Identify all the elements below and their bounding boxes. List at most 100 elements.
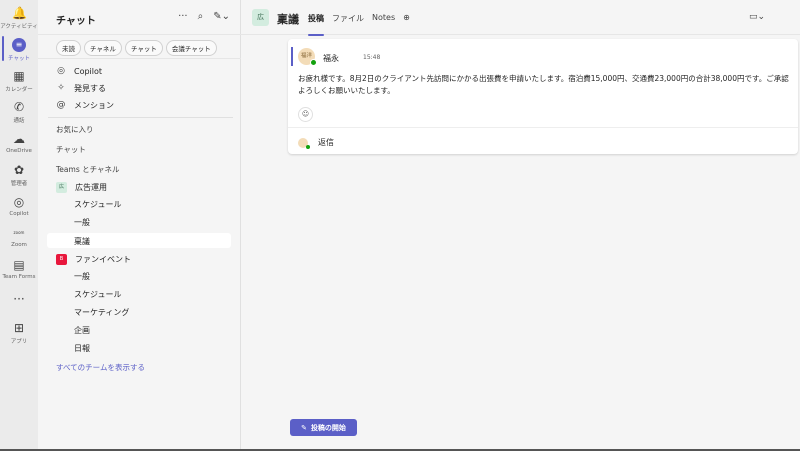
phone-icon: ✆ — [13, 100, 25, 114]
start-post-label: 投稿の開始 — [310, 423, 346, 432]
discover-item[interactable]: ✧ 発見する — [56, 81, 106, 95]
rail-admin[interactable]: ✿ 管理者 — [0, 163, 38, 187]
rail-activity[interactable]: 🔔 アクティビティ — [0, 6, 38, 30]
bell-icon: 🔔 — [12, 6, 27, 20]
channel-item[interactable]: スケジュール — [74, 289, 121, 300]
chat-icon: ≡ — [12, 38, 26, 52]
rail-label: チャット — [8, 56, 30, 62]
divider — [38, 58, 241, 59]
section-teams[interactable]: Teams とチャネル — [56, 164, 120, 175]
filter-chats[interactable]: チャット — [124, 40, 163, 56]
rail-calls[interactable]: ✆ 通話 — [0, 100, 38, 124]
rail-label: Copilot — [9, 211, 29, 217]
rail-team-forms[interactable]: ▤ Team Forms — [0, 258, 38, 280]
new-chat-icon[interactable]: ✎⌄ — [213, 11, 230, 22]
team-fan-event[interactable]: B ファンイベント — [56, 252, 131, 266]
show-all-teams-link[interactable]: すべてのチームを表示する — [56, 362, 145, 373]
filter-meeting-chats[interactable]: 会議チャット — [165, 40, 217, 56]
divider — [48, 117, 233, 118]
rail-chat[interactable]: ≡ チャット — [0, 38, 38, 62]
rail-apps[interactable]: ⊞ アプリ — [0, 321, 38, 345]
item-label: 発見する — [74, 83, 106, 93]
presence-available-icon — [306, 145, 310, 149]
side-panel-tools: ··· ⌕ ✎⌄ — [178, 11, 230, 22]
copilot-item[interactable]: ◎ Copilot — [56, 64, 102, 78]
more-icon: ··· — [13, 292, 25, 306]
post-timestamp: 15:48 — [363, 54, 381, 61]
channel-item[interactable]: 一般 — [74, 271, 90, 282]
section-chats[interactable]: チャット — [56, 144, 86, 155]
channel-header: 広 稟議 投稿 ファイル Notes ⊕ ▭⌄ — [241, 0, 800, 36]
channel-tabs: 投稿 ファイル Notes ⊕ — [308, 13, 410, 36]
channel-title: 稟議 — [277, 13, 299, 26]
calendar-icon: ▦ — [13, 69, 25, 83]
start-post-button[interactable]: ✎ 投稿の開始 — [290, 419, 357, 436]
chat-side-panel: チャット ··· ⌕ ✎⌄ 未読 チャネル チャット 会議チャット ◎ Copil… — [38, 0, 241, 451]
post-card: 福洋 福永 15:48 お疲れ様です。8月2日のクライアント先訪問にかかる出張費… — [288, 39, 798, 154]
rail-label: 通話 — [13, 118, 25, 124]
forms-icon: ▤ — [13, 258, 25, 272]
tab-notes[interactable]: Notes — [372, 13, 395, 24]
compose-icon: ✎ — [301, 423, 307, 432]
mentions-item[interactable]: @ メンション — [56, 98, 115, 112]
team-avatar: 広 — [56, 181, 67, 193]
post-accent-bar — [291, 47, 293, 66]
rail-label: カレンダー — [5, 87, 33, 93]
app-rail: 🔔 アクティビティ ≡ チャット ▦ カレンダー ✆ 通話 ☁ OneDrive ✿ 管理者… — [0, 0, 38, 451]
channel-item[interactable]: スケジュール — [74, 199, 121, 210]
channel-item[interactable]: マーケティング — [74, 307, 129, 318]
tab-files[interactable]: ファイル — [332, 13, 364, 24]
team-name: 広告運用 — [75, 182, 107, 192]
rail-calendar[interactable]: ▦ カレンダー — [0, 69, 38, 93]
rail-label: OneDrive — [6, 148, 32, 154]
team-name: ファンイベント — [75, 254, 131, 264]
rail-label: 管理者 — [10, 181, 28, 187]
rail-copilot[interactable]: ◎ Copilot — [0, 195, 38, 217]
rail-zoom[interactable]: zoom Zoom — [0, 226, 38, 248]
sparkle-icon: ✧ — [57, 83, 65, 93]
filter-channels[interactable]: チャネル — [84, 40, 122, 56]
tab-posts[interactable]: 投稿 — [308, 13, 324, 36]
team-avatar: 広 — [252, 9, 269, 26]
divider — [288, 127, 798, 128]
copilot-icon: ◎ — [13, 195, 25, 209]
filter-chips: 未読 チャネル チャット 会議チャット — [56, 40, 217, 56]
copilot-icon: ◎ — [57, 66, 65, 76]
rail-label: アプリ — [10, 339, 28, 345]
add-reaction-icon[interactable]: ☺ — [298, 107, 313, 122]
admin-icon: ✿ — [13, 163, 25, 177]
avatar-initials: 福洋 — [300, 53, 312, 59]
at-icon: @ — [56, 100, 66, 110]
channel-item[interactable]: 一般 — [74, 217, 90, 228]
presence-available-icon — [310, 59, 317, 66]
post-body: お疲れ様です。8月2日のクライアント先訪問にかかる出張費を申請いたします。宿泊費… — [298, 74, 789, 95]
team-ad-operations[interactable]: 広広告運用 — [56, 180, 107, 194]
reply-avatar — [298, 138, 310, 149]
channel-main: 広 稟議 投稿 ファイル Notes ⊕ ▭⌄ 福洋 福永 15:48 お疲れ様… — [241, 0, 800, 451]
more-options-icon[interactable]: ··· — [178, 11, 188, 22]
channel-item[interactable]: 日報 — [74, 343, 90, 354]
rail-more[interactable]: ··· — [0, 292, 38, 308]
rail-label: Zoom — [11, 242, 27, 248]
zoom-icon: zoom — [13, 230, 25, 235]
post-author[interactable]: 福永 — [323, 53, 339, 64]
divider — [38, 34, 241, 35]
video-call-icon[interactable]: ▭⌄ — [749, 12, 765, 22]
cloud-icon: ☁ — [13, 132, 25, 146]
rail-onedrive[interactable]: ☁ OneDrive — [0, 132, 38, 154]
avatar[interactable]: 福洋 — [298, 48, 317, 66]
filter-unread[interactable]: 未読 — [56, 40, 81, 56]
section-favorites[interactable]: お気に入り — [56, 124, 94, 135]
apps-icon: ⊞ — [13, 321, 25, 335]
channel-item[interactable]: 企画 — [74, 325, 90, 336]
team-avatar: B — [56, 253, 67, 265]
reply-button[interactable]: 返信 — [318, 137, 334, 148]
search-icon[interactable]: ⌕ — [198, 11, 204, 22]
add-tab-icon[interactable]: ⊕ — [403, 13, 410, 24]
item-label: Copilot — [74, 66, 103, 76]
side-panel-title: チャット — [56, 16, 96, 27]
channel-item-selected[interactable]: 稟議 — [74, 236, 90, 247]
item-label: メンション — [74, 100, 114, 110]
rail-label: アクティビティ — [0, 24, 38, 30]
rail-label: Team Forms — [2, 274, 36, 280]
